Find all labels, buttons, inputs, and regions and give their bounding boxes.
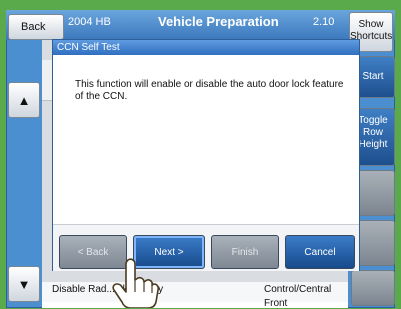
dialog-title: CCN Self Test (53, 40, 359, 55)
list-row (42, 302, 348, 308)
scroll-up-button[interactable]: ▲ (8, 82, 40, 118)
wizard-cancel-button[interactable]: Cancel (285, 235, 355, 269)
wizard-finish-button[interactable]: Finish (211, 235, 279, 269)
header-version: 2.10 (313, 16, 335, 28)
header-bar: Back 2004 HB Vehicle Preparation 2.10 Sh… (6, 10, 395, 52)
header-year: 2004 HB (68, 16, 111, 28)
side-button-blank-3[interactable] (351, 270, 395, 306)
list-cell-control: Control/Central (264, 284, 332, 295)
list-cell-front: Front (264, 298, 288, 309)
triangle-up-icon: ▲ (17, 92, 31, 108)
triangle-down-icon: ▼ (17, 276, 31, 292)
hand-pointer-icon (112, 258, 160, 308)
back-button[interactable]: Back (8, 14, 64, 40)
dialog-message: This function will enable or disable the… (75, 79, 344, 102)
ccn-self-test-dialog: CCN Self Test This function will enable … (52, 39, 360, 271)
app-window: Back 2004 HB Vehicle Preparation 2.10 Sh… (6, 10, 395, 309)
scroll-down-button[interactable]: ▼ (8, 266, 40, 302)
page-title: Vehicle Preparation (158, 14, 279, 29)
